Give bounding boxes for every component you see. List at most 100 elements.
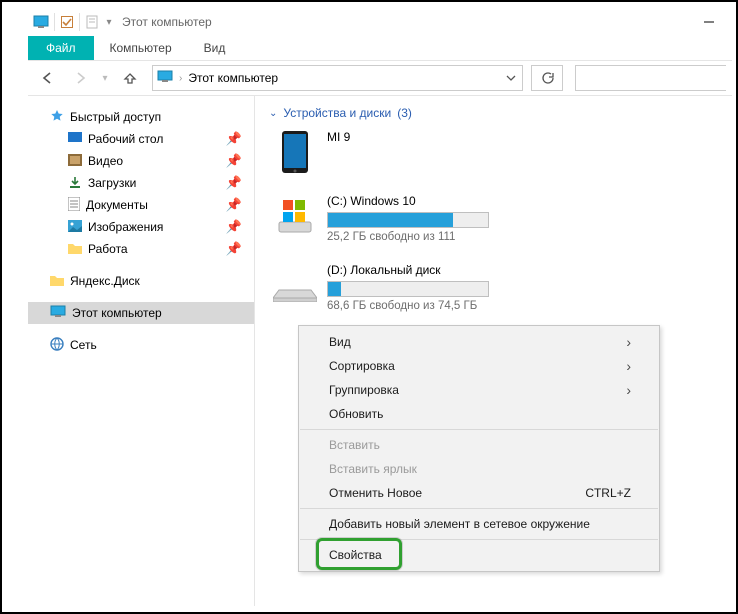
- usage-bar: [327, 281, 489, 297]
- nav-label: Загрузки: [88, 176, 136, 190]
- drive-status: 68,6 ГБ свободно из 74,5 ГБ: [327, 300, 533, 312]
- minimize-button[interactable]: [686, 8, 732, 36]
- thispc-icon: [157, 70, 173, 87]
- ctx-undo[interactable]: Отменить Новое CTRL+Z: [299, 481, 659, 505]
- folder-icon: [68, 242, 82, 257]
- app-icon: [32, 14, 50, 30]
- ctx-add-network[interactable]: Добавить новый элемент в сетевое окружен…: [299, 512, 659, 536]
- group-header[interactable]: ⌄ Устройства и диски (3): [269, 106, 718, 120]
- pin-icon: 📌: [226, 175, 242, 191]
- network-icon: [50, 337, 64, 354]
- computer-tab[interactable]: Компьютер: [94, 36, 188, 60]
- chevron-right-icon: ›: [626, 382, 631, 398]
- group-count: (3): [397, 106, 412, 120]
- pin-icon: 📌: [226, 197, 242, 213]
- nav-quick-access[interactable]: Быстрый доступ: [28, 106, 254, 128]
- menu-label: Сортировка: [329, 359, 395, 373]
- menu-shortcut: CTRL+Z: [585, 486, 631, 500]
- up-button[interactable]: [116, 64, 144, 92]
- drive-name: (D:) Локальный диск: [327, 263, 533, 277]
- ctx-paste-shortcut: Вставить ярлык: [299, 457, 659, 481]
- nav-label: Рабочий стол: [88, 132, 163, 146]
- images-icon: [68, 220, 82, 235]
- downloads-icon: [68, 175, 82, 192]
- navigation-pane: Быстрый доступ Рабочий стол 📌 Видео 📌 Загр…: [28, 96, 255, 606]
- nav-label: Видео: [88, 154, 123, 168]
- nav-downloads[interactable]: Загрузки 📌: [28, 172, 254, 194]
- nav-label: Изображения: [88, 220, 163, 234]
- folder-icon: [50, 274, 64, 289]
- nav-desktop[interactable]: Рабочий стол 📌: [28, 128, 254, 150]
- nav-label: Быстрый доступ: [70, 110, 161, 124]
- menu-label: Вставить ярлык: [329, 462, 417, 476]
- menu-label: Группировка: [329, 383, 399, 397]
- menu-label: Вставить: [329, 438, 380, 452]
- video-icon: [68, 154, 82, 169]
- pin-icon: 📌: [226, 153, 242, 169]
- drive-c[interactable]: (C:) Windows 10 25,2 ГБ свободно из 111: [269, 190, 537, 247]
- menu-label: Вид: [329, 335, 351, 349]
- windows-drive-icon: [273, 194, 317, 238]
- device-phone[interactable]: MI 9: [269, 126, 537, 178]
- file-tab[interactable]: Файл: [28, 36, 94, 60]
- window-title: Этот компьютер: [122, 15, 212, 29]
- menu-label: Обновить: [329, 407, 383, 421]
- breadcrumb[interactable]: Этот компьютер: [188, 71, 278, 85]
- nav-label: Работа: [88, 242, 128, 256]
- drive-name: MI 9: [327, 130, 533, 144]
- nav-label: Сеть: [70, 338, 97, 352]
- thispc-icon: [50, 305, 66, 322]
- nav-video[interactable]: Видео 📌: [28, 150, 254, 172]
- ctx-properties[interactable]: Свойства: [299, 543, 659, 567]
- pin-icon: 📌: [226, 131, 242, 147]
- documents-icon: [68, 197, 80, 214]
- chevron-down-icon: ⌄: [269, 108, 277, 119]
- ctx-paste: Вставить: [299, 433, 659, 457]
- pin-icon: 📌: [226, 241, 242, 257]
- menu-label: Отменить Новое: [329, 486, 422, 500]
- ctx-group[interactable]: Группировка ›: [299, 378, 659, 402]
- nav-this-pc[interactable]: Этот компьютер: [28, 302, 254, 324]
- ctx-refresh[interactable]: Обновить: [299, 402, 659, 426]
- chevron-right-icon: ›: [626, 358, 631, 374]
- ctx-view[interactable]: Вид ›: [299, 330, 659, 354]
- ctx-sort[interactable]: Сортировка ›: [299, 354, 659, 378]
- nav-label: Этот компьютер: [72, 306, 162, 320]
- nav-images[interactable]: Изображения 📌: [28, 216, 254, 238]
- desktop-icon: [68, 132, 82, 147]
- qat-dropdown-icon[interactable]: ▾: [102, 17, 116, 28]
- hdd-icon: [273, 263, 317, 307]
- drive-d[interactable]: (D:) Локальный диск 68,6 ГБ свободно из …: [269, 259, 537, 316]
- qat-properties-icon[interactable]: [84, 14, 100, 30]
- address-bar-row: ▾ › Этот компьютер: [28, 61, 732, 96]
- nav-network[interactable]: Сеть: [28, 334, 254, 356]
- screenshot-frame: ▾ Этот компьютер Файл Компьютер Вид ▾ › …: [0, 0, 738, 614]
- search-input[interactable]: [575, 65, 726, 91]
- menu-label: Добавить новый элемент в сетевое окружен…: [329, 517, 590, 531]
- nav-label: Яндекс.Диск: [70, 274, 140, 288]
- title-bar: ▾ Этот компьютер: [28, 8, 732, 36]
- refresh-button[interactable]: [531, 65, 563, 91]
- usage-bar: [327, 212, 489, 228]
- back-button[interactable]: [34, 64, 62, 92]
- nav-work[interactable]: Работа 📌: [28, 238, 254, 260]
- drive-name: (C:) Windows 10: [327, 194, 533, 208]
- pin-icon: 📌: [226, 219, 242, 235]
- forward-button[interactable]: [66, 64, 94, 92]
- phone-icon: [273, 130, 317, 174]
- recent-dropdown[interactable]: ▾: [98, 64, 112, 92]
- chevron-right-icon: ›: [179, 73, 182, 84]
- nav-label: Документы: [86, 198, 148, 212]
- address-dropdown[interactable]: [500, 66, 522, 90]
- nav-yandex-disk[interactable]: Яндекс.Диск: [28, 270, 254, 292]
- star-icon: [50, 109, 64, 126]
- view-tab[interactable]: Вид: [188, 36, 242, 60]
- address-bar[interactable]: › Этот компьютер: [152, 65, 523, 91]
- nav-documents[interactable]: Документы 📌: [28, 194, 254, 216]
- menu-label: Свойства: [329, 548, 382, 562]
- chevron-right-icon: ›: [626, 334, 631, 350]
- group-title: Устройства и диски: [283, 106, 391, 120]
- context-menu: Вид › Сортировка › Группировка › Обновить В…: [298, 325, 660, 572]
- drive-status: 25,2 ГБ свободно из 111: [327, 231, 533, 243]
- qat-checkbox-icon[interactable]: [59, 14, 75, 30]
